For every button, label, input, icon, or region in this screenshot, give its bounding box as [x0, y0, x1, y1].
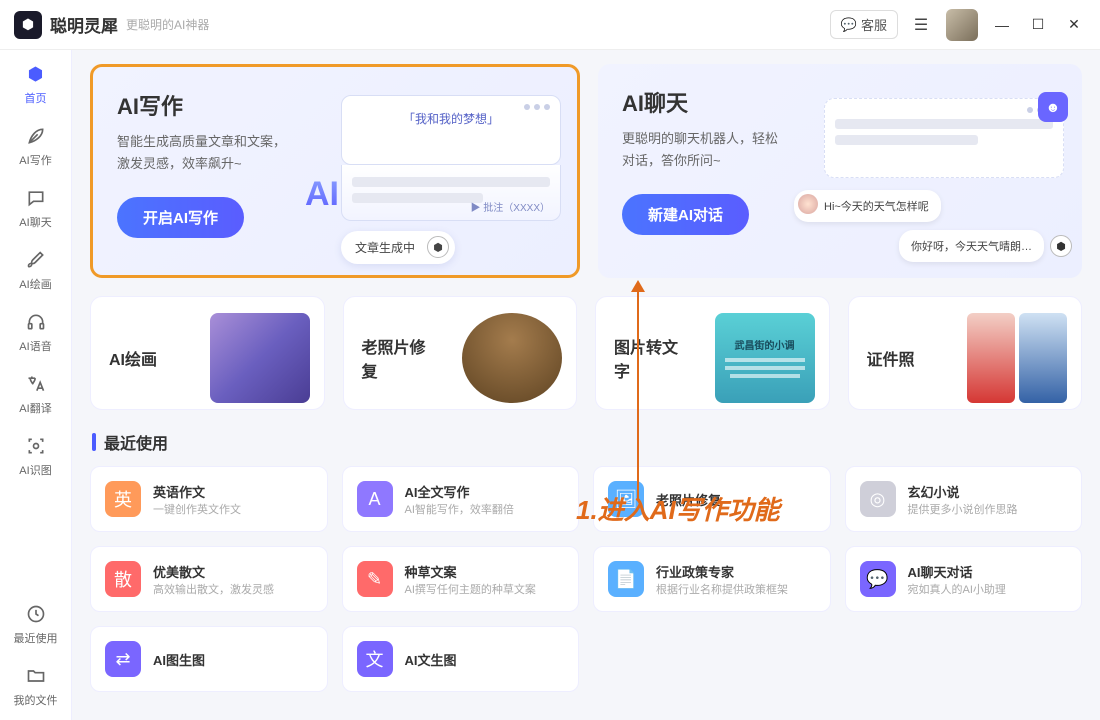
start-writing-button[interactable]: 开启AI写作	[117, 197, 244, 238]
generating-pill: 文章生成中 ⬢	[341, 231, 455, 264]
sidebar-item-label: AI识图	[19, 462, 51, 478]
fantasy-novel-icon: ◎	[860, 481, 896, 517]
fulltext-icon: A	[357, 481, 393, 517]
sidebar-item-chat[interactable]: AI聊天	[19, 186, 51, 230]
ocr-thumbnail: 武昌街的小调	[715, 313, 815, 403]
chat-bubble-icon: 💬	[841, 17, 857, 33]
tile-title: 图片转文字	[614, 334, 687, 382]
idphoto-thumbnail	[967, 313, 1067, 403]
writing-illustration: 「我和我的梦想」 ▶ 批注（XXXX） 文章生成中 ⬢ AI	[341, 95, 561, 255]
recent-item[interactable]: 💬AI聊天对话宛如真人的AI小助理	[845, 546, 1083, 612]
section-recent-header: 最近使用	[92, 430, 1082, 454]
sidebar-item-voice[interactable]: AI语音	[19, 310, 51, 354]
home-icon: ⬢	[24, 62, 48, 86]
txt2img-icon: 文	[357, 641, 393, 677]
app-name: 聪明灵犀	[50, 12, 118, 37]
sidebar-item-label: AI翻译	[19, 400, 51, 416]
sidebar-item-label: AI写作	[19, 152, 51, 168]
app-subtitle: 更聪明的AI神器	[126, 16, 209, 33]
chat-bubble: 你好呀，今天天气晴朗…	[899, 230, 1044, 262]
tile-title: 老照片修复	[362, 334, 435, 382]
new-chat-button[interactable]: 新建AI对话	[622, 194, 749, 235]
tile-painting[interactable]: AI绘画	[90, 296, 325, 410]
hero-writing-card[interactable]: AI写作 智能生成高质量文章和文案， 激发灵感，效率飙升~ 开启AI写作 「我和…	[90, 64, 580, 278]
recent-item[interactable]: ✎种草文案AI撰写任何主题的种草文案	[342, 546, 580, 612]
translate-icon	[24, 372, 48, 396]
chat-dialog-icon: 💬	[860, 561, 896, 597]
feather-icon	[24, 124, 48, 148]
close-button[interactable]: ✕	[1062, 13, 1086, 37]
tile-title: 证件照	[867, 346, 915, 370]
sidebar-item-label: 首页	[25, 90, 47, 106]
tile-photo-restore[interactable]: 老照片修复	[343, 296, 578, 410]
avatar[interactable]	[946, 9, 978, 41]
sidebar-item-label: 我的文件	[14, 692, 58, 708]
chat-bubble: Hi~今天的天气怎样呢	[794, 190, 941, 222]
sidebar-item-translate[interactable]: AI翻译	[19, 372, 51, 416]
hero-chat-card[interactable]: AI聊天 更聪明的聊天机器人，轻松 对话，答你所问~ 新建AI对话 ☻ Hi~今…	[598, 64, 1082, 278]
clock-icon	[24, 602, 48, 626]
sidebar-item-recent[interactable]: 最近使用	[14, 602, 58, 646]
sidebar-item-writing[interactable]: AI写作	[19, 124, 51, 168]
maximize-button[interactable]: ☐	[1026, 13, 1050, 37]
menu-icon[interactable]: ☰	[906, 10, 936, 40]
recent-item[interactable]: AAI全文写作AI智能写作，效率翻倍	[342, 466, 580, 532]
minimize-button[interactable]: —	[990, 13, 1014, 37]
main-content: AI写作 智能生成高质量文章和文案， 激发灵感，效率飙升~ 开启AI写作 「我和…	[72, 50, 1100, 720]
sidebar-item-label: AI绘画	[19, 276, 51, 292]
recent-item[interactable]: 英英语作文一键创作英文作文	[90, 466, 328, 532]
sidebar-item-label: AI聊天	[19, 214, 51, 230]
logo-icon: ⬢	[1050, 235, 1072, 257]
seeding-copy-icon: ✎	[357, 561, 393, 597]
annotation-arrow	[637, 290, 639, 500]
painting-thumbnail	[210, 313, 310, 403]
folder-icon	[24, 664, 48, 688]
annotation-callout: 1.进入AI写作功能	[576, 490, 780, 527]
recent-item[interactable]: 文AI文生图	[342, 626, 580, 692]
logo-icon: ⬢	[427, 236, 449, 258]
tile-ocr[interactable]: 图片转文字 武昌街的小调	[595, 296, 830, 410]
chat-fab-icon: ☻	[1038, 92, 1068, 122]
sidebar-item-painting[interactable]: AI绘画	[19, 248, 51, 292]
tile-id-photo[interactable]: 证件照	[848, 296, 1083, 410]
annotation-label: ▶ 批注（XXXX）	[471, 199, 550, 214]
english-essay-icon: 英	[105, 481, 141, 517]
title-bar: ⬢ 聪明灵犀 更聪明的AI神器 💬 客服 ☰ — ☐ ✕	[0, 0, 1100, 50]
brush-icon	[24, 248, 48, 272]
sidebar-item-files[interactable]: 我的文件	[14, 664, 58, 708]
sidebar-item-home[interactable]: ⬢ 首页	[24, 62, 48, 106]
scan-icon	[24, 434, 48, 458]
sidebar-item-ocr[interactable]: AI识图	[19, 434, 51, 478]
support-button[interactable]: 💬 客服	[830, 10, 898, 39]
recent-item[interactable]: ⇄AI图生图	[90, 626, 328, 692]
chat-illustration: ☻ Hi~今天的天气怎样呢 你好呀，今天天气晴朗… ⬢	[824, 98, 1064, 258]
recent-item[interactable]: 散优美散文高效输出散文，激发灵感	[90, 546, 328, 612]
app-logo-icon: ⬢	[14, 11, 42, 39]
tile-title: AI绘画	[109, 346, 157, 370]
support-label: 客服	[861, 15, 887, 34]
headphone-icon	[24, 310, 48, 334]
img2img-icon: ⇄	[105, 641, 141, 677]
recent-item[interactable]: ◎玄幻小说提供更多小说创作思路	[845, 466, 1083, 532]
recent-item[interactable]: 📄行业政策专家根据行业名称提供政策框架	[593, 546, 831, 612]
sidebar-item-label: AI语音	[19, 338, 51, 354]
ai-badge-icon: AI	[305, 175, 339, 214]
sidebar-item-label: 最近使用	[14, 630, 58, 646]
photo-thumbnail	[462, 313, 562, 403]
illustration-quote: 「我和我的梦想」	[342, 110, 560, 127]
policy-expert-icon: 📄	[608, 561, 644, 597]
chat-icon	[24, 186, 48, 210]
prose-icon: 散	[105, 561, 141, 597]
sidebar: ⬢ 首页 AI写作 AI聊天 AI绘画 AI语音 AI翻译 AI识图	[0, 50, 72, 720]
